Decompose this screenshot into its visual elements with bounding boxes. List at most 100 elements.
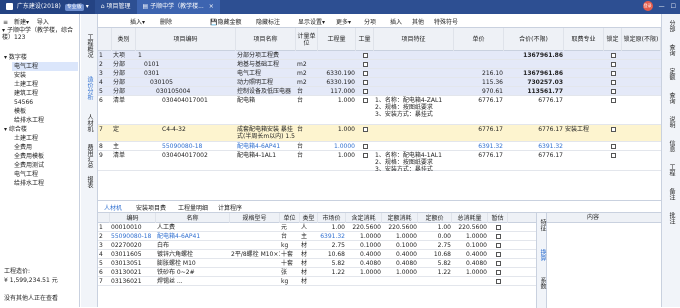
material-cell-name[interactable]: 白布: [156, 241, 230, 250]
material-cell-qty2[interactable]: 0.4000: [382, 250, 418, 259]
material-cell-price[interactable]: 10.68: [418, 250, 452, 259]
column-header[interactable]: 工程量: [318, 28, 356, 51]
grid-cell-name[interactable]: 动力照明工程: [236, 78, 296, 87]
grid-cell-total[interactable]: 1367961.86: [504, 69, 564, 78]
material-cell-total[interactable]: 0.4000: [452, 250, 488, 259]
checkbox[interactable]: [362, 144, 368, 149]
checkbox[interactable]: [495, 252, 501, 257]
engineering-checkbox[interactable]: [356, 125, 374, 142]
grid-cell-code[interactable]: 030105: [136, 78, 236, 87]
grid-cell-price[interactable]: 115.36: [454, 78, 504, 87]
tree-group[interactable]: ▾ 综合楼: [2, 125, 78, 134]
maximize-icon[interactable]: ☐: [671, 3, 676, 10]
lock-original-cell[interactable]: [622, 51, 661, 60]
app-tab[interactable]: 广东建设(2018) 专业版 ▾: [0, 0, 95, 14]
material-cell-unit[interactable]: kg: [280, 241, 300, 250]
material-cell-name[interactable]: 膨胀螺栓 M10: [156, 259, 230, 268]
tree-item[interactable]: 给排水工程: [12, 116, 78, 125]
column-header[interactable]: 规格型号: [230, 213, 280, 223]
estimate-cell[interactable]: [488, 232, 508, 241]
grid-cell-qty[interactable]: 6330.190: [318, 69, 356, 78]
material-row[interactable]: 403011605镀锌六角螺栓2平/8螺栓 M10×100以…十套材10.680…: [98, 250, 536, 259]
material-cell-type[interactable]: 材: [300, 250, 318, 259]
tree-item[interactable]: 安装: [12, 71, 78, 80]
column-header[interactable]: 暂估: [488, 213, 508, 223]
tab-project-management[interactable]: ⌂ 项目管理: [95, 0, 137, 14]
checkbox[interactable]: [495, 243, 501, 248]
material-cell-qty2[interactable]: 0.4080: [382, 259, 418, 268]
material-cell-qty2[interactable]: 220.5600: [382, 223, 418, 232]
column-header[interactable]: 取费专业: [564, 28, 604, 51]
tree-item[interactable]: 模板: [12, 107, 78, 116]
grid-cell-name[interactable]: 地基与基础工程: [236, 60, 296, 69]
grid-cell-feature[interactable]: [374, 87, 454, 96]
material-cell-type[interactable]: 材: [300, 241, 318, 250]
material-cell-market[interactable]: 5.82: [318, 259, 346, 268]
material-cell-market[interactable]: 10.68: [318, 250, 346, 259]
estimate-cell[interactable]: [488, 250, 508, 259]
grid-cell-unit[interactable]: 台: [296, 125, 318, 142]
material-cell-name[interactable]: 镀锌六角螺栓: [156, 250, 230, 259]
grid-cell-feature[interactable]: [374, 51, 454, 60]
grid-cell-total[interactable]: 6776.17: [504, 125, 564, 142]
material-cell-market[interactable]: 1.00: [318, 223, 346, 232]
lock-original-cell[interactable]: [622, 87, 661, 96]
material-cell-unit[interactable]: 十套: [280, 250, 300, 259]
column-header[interactable]: 含定消耗: [346, 213, 382, 223]
grid-cell-fee[interactable]: [564, 142, 604, 151]
tree-item[interactable]: 给排水工程: [12, 179, 78, 188]
lock-checkbox-cell[interactable]: [604, 69, 622, 78]
checkbox[interactable]: [362, 71, 368, 76]
grid-row[interactable]: 6 清单 030404017001 配电箱台 1.000 1、名称：配电箱4-ZAL1 2…: [98, 96, 661, 125]
lock-original-cell[interactable]: [622, 96, 661, 105]
material-cell-price[interactable]: 2.75: [418, 241, 452, 250]
lock-checkbox-cell[interactable]: [604, 142, 622, 151]
grid-cell-unit[interactable]: [296, 51, 318, 60]
estimate-cell[interactable]: [488, 268, 508, 277]
grid-cell-feature[interactable]: [374, 69, 454, 78]
lock-checkbox-cell[interactable]: [604, 96, 622, 105]
material-row[interactable]: 3 02270020 白布 kg 材 2.75 0.1000 0.1000 2.75 0.1000: [98, 241, 536, 250]
lock-checkbox-cell[interactable]: [604, 78, 622, 87]
delete-button[interactable]: 删除: [160, 17, 172, 26]
grid-cell-code[interactable]: 1: [136, 51, 236, 60]
material-cell-spec[interactable]: [230, 259, 280, 268]
tab-project-overview[interactable]: 工程概况: [83, 34, 96, 58]
material-row[interactable]: 2 55090080-18 配电箱4-6AP41 台主 6391.32 1.0000 1.0…: [98, 232, 536, 241]
grid-cell-price[interactable]: [454, 60, 504, 69]
column-header[interactable]: 总消耗量: [452, 213, 488, 223]
column-header[interactable]: 定额价: [418, 213, 452, 223]
material-cell-qty1[interactable]: 1.0000: [346, 268, 382, 277]
grid-cell-code[interactable]: 0301: [136, 69, 236, 78]
insert2-button[interactable]: 插入: [390, 17, 402, 26]
grid-cell-price[interactable]: 970.61: [454, 87, 504, 96]
material-cell-price[interactable]: 0.00: [418, 232, 452, 241]
material-cell-total[interactable]: 0.1000: [452, 241, 488, 250]
grid-cell-price[interactable]: 6391.32: [454, 142, 504, 151]
material-cell-type[interactable]: 人: [300, 223, 318, 232]
tab-current-project[interactable]: ▤ 子顺中学（教学楼... ×: [136, 0, 220, 14]
grid-cell-code[interactable]: 030404017002: [136, 151, 236, 171]
material-cell-market[interactable]: [318, 277, 346, 286]
grid-cell-fee[interactable]: [564, 78, 604, 87]
tab-fee-summary[interactable]: 费用汇总: [83, 144, 96, 168]
material-cell-unit[interactable]: 张: [280, 268, 300, 277]
grid-row[interactable]: 3 分部 0301 电气工程 m2 6330.190 216.10 1367961.86: [98, 69, 661, 78]
new-button[interactable]: 新建▾: [14, 19, 29, 26]
tree-item[interactable]: 全费用测试: [12, 161, 78, 170]
grid-cell-unit[interactable]: 台: [296, 142, 318, 151]
material-cell-total[interactable]: 1.0000: [452, 232, 488, 241]
grid-cell-price[interactable]: [454, 51, 504, 60]
material-cell-spec[interactable]: [230, 232, 280, 241]
grid-cell-name[interactable]: 电气工程: [236, 69, 296, 78]
close-icon[interactable]: ×: [209, 3, 214, 10]
checkbox[interactable]: [610, 153, 616, 158]
side-tab[interactable]: 说明: [665, 116, 678, 128]
grid-cell-fee[interactable]: [564, 69, 604, 78]
lock-checkbox-cell[interactable]: [604, 60, 622, 69]
column-header[interactable]: [98, 213, 110, 223]
tree-item[interactable]: 电气工程: [12, 62, 78, 71]
material-cell-qty2[interactable]: [382, 277, 418, 286]
grid-row[interactable]: 8 主 55090080-18 配电箱4-6AP41 台 1.0000 6391.32 639…: [98, 142, 661, 151]
engineering-checkbox[interactable]: [356, 78, 374, 87]
